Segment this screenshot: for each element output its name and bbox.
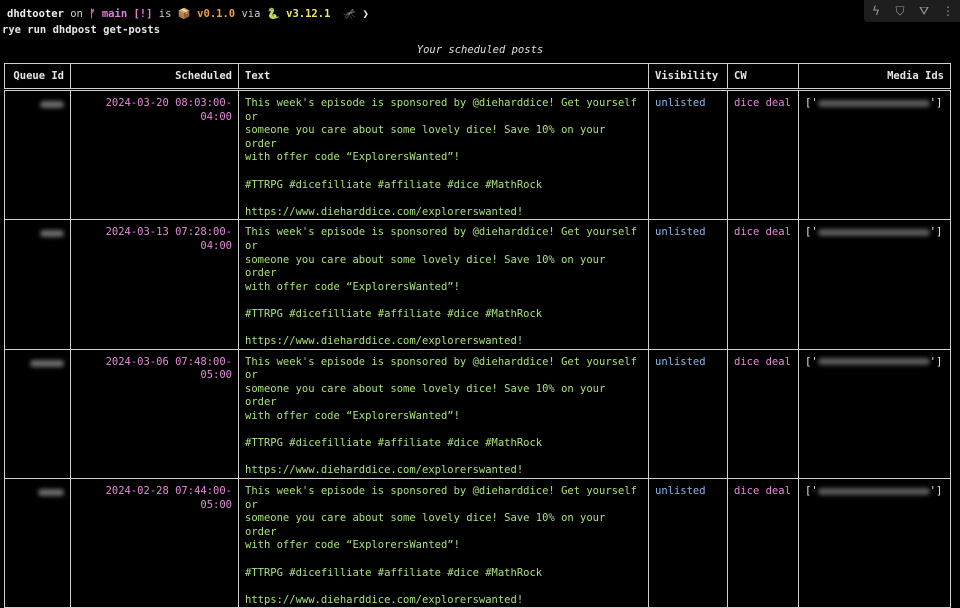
header-text: Text: [238, 63, 649, 91]
redacted-media-id: [817, 487, 930, 495]
redacted-queue-id: [40, 101, 64, 108]
filter-icon[interactable]: ⛛: [915, 4, 933, 19]
media-open: [': [805, 485, 818, 498]
header-media-ids: Media Ids: [798, 63, 951, 91]
cw-cell: dice deal: [727, 478, 799, 608]
media-close: ']: [929, 485, 943, 498]
prompt-via: via: [241, 8, 261, 20]
redacted-media-id: [817, 99, 930, 107]
git-branch: main: [101, 8, 128, 20]
shell-prompt: dhdtooter on ᚠ main [!] is 📦 v0.1.0 via …: [7, 7, 369, 20]
scheduled-posts-table: Queue Id Scheduled Text Visibility CW Me…: [4, 63, 951, 608]
media-close: ']: [929, 97, 943, 109]
visibility-cell: unlisted: [648, 219, 728, 350]
table-row: 2024-03-06 07:48:00-05:00 This week's ep…: [4, 348, 951, 480]
table-row: 2024-02-28 07:44:00-05:00 This week's ep…: [4, 478, 951, 608]
text-cell: This week's episode is sponsored by @die…: [238, 478, 649, 608]
table-row: 2024-03-20 08:03:00-04:00 This week's ep…: [4, 88, 951, 221]
visibility-cell: unlisted: [648, 478, 728, 608]
scheduled-cell: 2024-02-28 07:44:00-05:00: [70, 478, 239, 608]
more-icon[interactable]: ⋮: [939, 4, 957, 18]
prompt-on: on: [70, 8, 83, 20]
header-cw: CW: [727, 63, 799, 91]
media-ids-cell: [' ']: [798, 88, 951, 221]
text-cell: This week's episode is sponsored by @die…: [238, 348, 649, 480]
media-close: ']: [929, 355, 943, 368]
header-scheduled: Scheduled: [70, 63, 239, 91]
redacted-media-id: [817, 358, 930, 366]
package-version: v0.1.0: [197, 8, 236, 20]
queue-id-cell: [4, 88, 71, 221]
scheduled-cell: 2024-03-20 08:03:00-04:00: [70, 88, 239, 221]
queue-id-cell: [4, 219, 71, 350]
table-header-row: Queue Id Scheduled Text Visibility CW Me…: [4, 63, 951, 91]
terminal-toolbar: ϟ ⛉ ⛛ ⋮: [864, 0, 960, 22]
cw-cell: dice deal: [727, 348, 799, 480]
prompt-chevron: ❯: [362, 8, 369, 20]
redacted-queue-id: [40, 230, 64, 238]
scheduled-cell: 2024-03-06 07:48:00-05:00: [70, 348, 239, 480]
git-status-flag: [!]: [133, 8, 153, 20]
bolt-icon[interactable]: ϟ: [867, 4, 885, 18]
python-version: v3.12.1: [286, 8, 331, 20]
redacted-queue-id: [30, 359, 64, 367]
cw-cell: dice deal: [727, 219, 799, 350]
media-ids-cell: [' ']: [798, 219, 951, 350]
text-cell: This week's episode is sponsored by @die…: [238, 219, 649, 350]
python-icon: 🐍: [266, 8, 280, 20]
queue-id-cell: [4, 348, 71, 480]
table-caption: Your scheduled posts: [416, 44, 544, 56]
prompt-is: is: [158, 8, 172, 20]
package-icon: 📦: [177, 8, 191, 20]
project-name: dhdtooter: [7, 8, 64, 20]
table-row: 2024-03-13 07:28:00-04:00 This week's ep…: [4, 219, 951, 350]
cw-cell: dice deal: [727, 88, 799, 221]
header-visibility: Visibility: [648, 63, 728, 91]
visibility-cell: unlisted: [648, 348, 728, 480]
redacted-media-id: [817, 228, 930, 236]
insect-icon: 🦟: [343, 8, 357, 20]
media-open: [': [805, 226, 818, 239]
visibility-cell: unlisted: [648, 88, 728, 221]
media-open: [': [805, 355, 818, 368]
bookmark-icon[interactable]: ⛉: [891, 4, 909, 19]
text-cell: This week's episode is sponsored by @die…: [238, 88, 649, 221]
redacted-queue-id: [38, 489, 64, 497]
media-open: [': [805, 97, 818, 109]
queue-id-cell: [4, 478, 71, 608]
media-close: ']: [929, 226, 943, 239]
header-queue-id: Queue Id: [4, 63, 71, 91]
command-line[interactable]: rye run dhdpost get-posts: [2, 24, 160, 36]
media-ids-cell: [' ']: [798, 478, 951, 608]
scheduled-cell: 2024-03-13 07:28:00-04:00: [70, 219, 239, 350]
media-ids-cell: [' ']: [798, 348, 951, 480]
git-branch-icon: ᚠ: [89, 8, 96, 20]
